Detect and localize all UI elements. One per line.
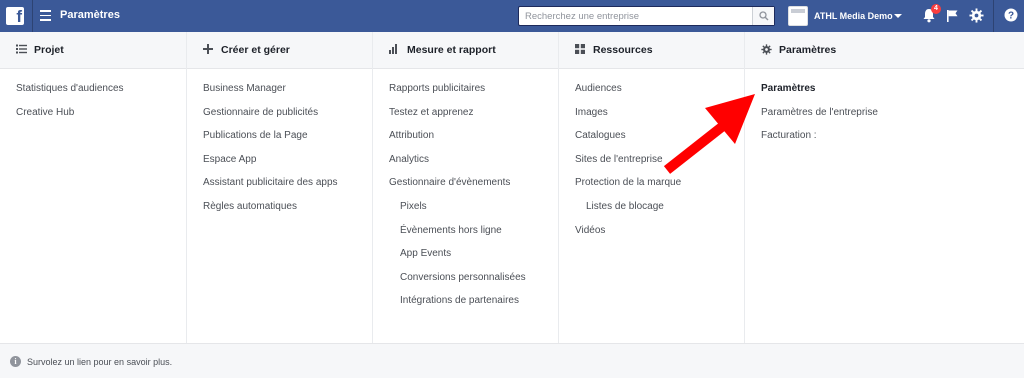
account-avatar[interactable] xyxy=(788,6,808,26)
plus-icon xyxy=(203,44,215,56)
menu-link-facturation[interactable]: Facturation : xyxy=(761,130,878,154)
search-button[interactable] xyxy=(752,7,774,25)
menu-column-mesure-et-rapport: Mesure et rapport Rapports publicitaires T… xyxy=(373,32,559,343)
business-search xyxy=(518,6,775,26)
menu-column-parametres: Paramètres Paramètres Paramètres de l'entr… xyxy=(745,32,1024,343)
svg-text:?: ? xyxy=(1008,11,1014,22)
menu-link-gestionnaire-de-publicites[interactable]: Gestionnaire de publicités xyxy=(203,107,338,131)
bar-chart-icon xyxy=(389,44,401,56)
menu-link-gestionnaire-d-evenements[interactable]: Gestionnaire d'évènements xyxy=(389,177,526,201)
menu-link-conversions-personnalisees[interactable]: Conversions personnalisées xyxy=(389,272,526,296)
menu-column-ressources: Ressources Audiences Images Catalogues Sites… xyxy=(559,32,745,343)
menu-link-regles-automatiques[interactable]: Règles automatiques xyxy=(203,201,338,225)
column-heading-label: Créer et gérer xyxy=(221,44,290,56)
topbar-divider xyxy=(993,0,994,32)
menu-link-list: Rapports publicitaires Testez et apprenez… xyxy=(389,83,526,319)
menu-link-pixels[interactable]: Pixels xyxy=(389,201,526,225)
menu-link-list: Paramètres Paramètres de l'entreprise Fact… xyxy=(761,83,878,154)
menu-link-listes-de-blocage[interactable]: Listes de blocage xyxy=(575,201,681,225)
column-heading: Ressources xyxy=(575,44,653,56)
gear-icon xyxy=(761,44,773,56)
facebook-logo-letter: f xyxy=(16,7,22,26)
chevron-down-icon[interactable] xyxy=(894,14,902,18)
navigation-menu-panel: Projet Statistiques d'audiences Creative H… xyxy=(0,32,1024,343)
menu-link-assistant-publicitaire-des-apps[interactable]: Assistant publicitaire des apps xyxy=(203,177,338,201)
menu-link-attribution[interactable]: Attribution xyxy=(389,130,526,154)
menu-link-integrations-de-partenaires[interactable]: Intégrations de partenaires xyxy=(389,295,526,319)
help-icon[interactable]: ? xyxy=(1004,8,1018,22)
search-icon xyxy=(759,11,769,21)
column-heading: Créer et gérer xyxy=(203,44,290,56)
menu-link-espace-app[interactable]: Espace App xyxy=(203,154,338,178)
menu-link-app-events[interactable]: App Events xyxy=(389,248,526,272)
menu-link-protection-de-la-marque[interactable]: Protection de la marque xyxy=(575,177,681,201)
menu-column-creer-et-gerer: Créer et gérer Business Manager Gestionnai… xyxy=(187,32,373,343)
account-name[interactable]: ATHL Media Demo xyxy=(814,11,893,21)
menu-link-statistiques-d-audiences[interactable]: Statistiques d'audiences xyxy=(16,83,124,107)
info-icon: i xyxy=(10,356,21,367)
column-heading-label: Projet xyxy=(34,44,64,56)
menu-link-analytics[interactable]: Analytics xyxy=(389,154,526,178)
gear-icon[interactable] xyxy=(969,8,984,23)
menu-link-list: Statistiques d'audiences Creative Hub xyxy=(16,83,124,130)
menu-link-parametres[interactable]: Paramètres xyxy=(761,83,878,107)
annotation-arrow-icon xyxy=(663,94,755,174)
grid-icon xyxy=(575,44,587,56)
menu-link-list: Business Manager Gestionnaire de publicit… xyxy=(203,83,338,225)
menu-link-evenements-hors-ligne[interactable]: Évènements hors ligne xyxy=(389,225,526,249)
menu-link-rapports-publicitaires[interactable]: Rapports publicitaires xyxy=(389,83,526,107)
menu-link-business-manager[interactable]: Business Manager xyxy=(203,83,338,107)
column-heading: Projet xyxy=(16,44,64,56)
notification-badge: 4 xyxy=(931,4,941,14)
column-heading-label: Paramètres xyxy=(779,44,837,56)
top-navigation-bar: f Paramètres ATHL Media Demo 4 xyxy=(0,0,1024,32)
flag-icon[interactable] xyxy=(946,9,959,22)
column-heading-label: Ressources xyxy=(593,44,653,56)
facebook-logo-icon[interactable]: f xyxy=(6,7,24,26)
footer-hint: Survolez un lien pour en savoir plus. xyxy=(27,357,173,367)
topbar-divider xyxy=(32,0,33,32)
menu-footer: i Survolez un lien pour en savoir plus. xyxy=(0,343,1024,378)
menu-link-publications-de-la-page[interactable]: Publications de la Page xyxy=(203,130,338,154)
page-title: Paramètres xyxy=(60,9,120,21)
list-icon xyxy=(16,44,28,56)
hamburger-icon[interactable] xyxy=(40,10,51,21)
search-input[interactable] xyxy=(519,7,753,25)
column-heading-label: Mesure et rapport xyxy=(407,44,496,56)
menu-link-parametres-de-l-entreprise[interactable]: Paramètres de l'entreprise xyxy=(761,107,878,131)
menu-link-testez-et-apprenez[interactable]: Testez et apprenez xyxy=(389,107,526,131)
menu-column-projet: Projet Statistiques d'audiences Creative H… xyxy=(0,32,187,343)
column-heading: Mesure et rapport xyxy=(389,44,496,56)
column-heading: Paramètres xyxy=(761,44,836,56)
menu-link-videos[interactable]: Vidéos xyxy=(575,225,681,249)
menu-link-creative-hub[interactable]: Creative Hub xyxy=(16,107,124,131)
